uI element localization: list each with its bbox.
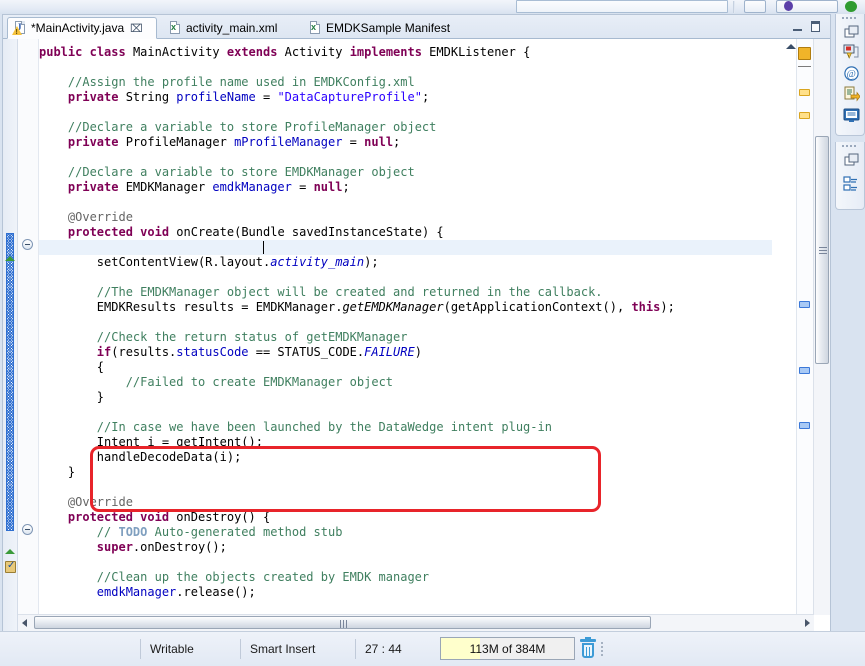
fast-view-bar: ! @ — [833, 14, 865, 214]
tab-label: activity_main.xml — [186, 21, 277, 35]
toolbar-button-1[interactable] — [744, 0, 766, 13]
status-separator — [140, 639, 141, 659]
editor-body: public class MainActivity extends Activi… — [3, 39, 830, 631]
collapse-arrow-icon[interactable] — [5, 548, 16, 554]
source-code-view[interactable]: public class MainActivity extends Activi… — [39, 39, 772, 615]
scroll-left-arrow-icon[interactable] — [22, 619, 27, 627]
search-input[interactable] — [516, 0, 728, 13]
editor-tab-bar: J ! *MainActivity.java ⌧ x activity_main… — [3, 15, 830, 39]
java-file-warning-icon: J ! — [13, 21, 27, 36]
status-writable: Writable — [150, 642, 194, 656]
fold-collapse-icon[interactable] — [22, 239, 33, 250]
text-caret — [263, 241, 264, 254]
status-separator — [355, 639, 356, 659]
drag-grip-icon[interactable] — [842, 145, 858, 149]
restore-view-icon[interactable] — [843, 152, 860, 169]
annotation-ruler[interactable] — [3, 39, 18, 631]
change-bar — [6, 233, 14, 531]
search-input-inner — [517, 1, 727, 12]
folding-gutter[interactable] — [18, 39, 39, 631]
restore-view-icon[interactable] — [843, 24, 860, 41]
maximize-editor-button[interactable] — [811, 21, 820, 32]
tab-label: *MainActivity.java — [31, 21, 124, 35]
tab-activity-main-xml[interactable]: x activity_main.xml — [163, 17, 298, 39]
overview-info-marker[interactable] — [799, 367, 810, 374]
overview-info-marker[interactable] — [799, 301, 810, 308]
scrollbar-grip-icon — [340, 620, 347, 628]
svg-text:@: @ — [847, 69, 856, 80]
vertical-scrollbar[interactable] — [813, 39, 830, 615]
code-text[interactable]: public class MainActivity extends Activi… — [39, 39, 772, 600]
drag-grip-icon[interactable] — [842, 17, 858, 21]
resize-grip-icon — [601, 642, 604, 656]
top-toolbar-strip — [0, 0, 865, 14]
overview-warning-marker[interactable] — [799, 89, 810, 96]
heap-status-label: 113M of 384M — [441, 642, 574, 656]
perspective-icon — [784, 1, 793, 11]
fast-view-group-2 — [835, 142, 865, 210]
javadoc-view-icon[interactable]: @ — [843, 65, 860, 82]
status-separator — [240, 639, 241, 659]
task-marker-icon[interactable] — [5, 561, 16, 573]
horizontal-scrollbar[interactable] — [18, 614, 814, 631]
status-bar: Writable Smart Insert 27 : 44 113M of 38… — [0, 631, 865, 666]
tab-mainactivity-java[interactable]: J ! *MainActivity.java ⌧ — [7, 17, 157, 39]
current-line-highlight — [39, 240, 772, 255]
run-icon[interactable] — [845, 1, 857, 12]
tab-close-icon[interactable]: ⌧ — [130, 22, 143, 35]
overview-warning-marker[interactable] — [798, 47, 811, 60]
outline-view-icon[interactable] — [843, 175, 860, 192]
overview-top-arrow-icon[interactable] — [786, 44, 796, 49]
problems-view-icon[interactable]: ! — [843, 44, 860, 61]
heap-status-monitor[interactable]: 113M of 384M — [440, 637, 575, 660]
status-insert-mode: Smart Insert — [250, 642, 315, 656]
overview-separator — [798, 66, 811, 67]
minimize-editor-button[interactable] — [793, 23, 802, 31]
scroll-right-arrow-icon[interactable] — [805, 619, 810, 627]
svg-text:!: ! — [848, 54, 849, 59]
status-cursor-position: 27 : 44 — [365, 642, 402, 656]
fold-collapse-icon[interactable] — [22, 524, 33, 535]
eclipse-window: J ! *MainActivity.java ⌧ x activity_main… — [0, 0, 865, 666]
tab-emdksample-manifest[interactable]: x EMDKSample Manifest — [303, 17, 473, 39]
fast-view-group-1: ! @ — [835, 14, 865, 136]
overview-warning-marker[interactable] — [799, 112, 810, 119]
toolbar-separator — [733, 1, 735, 13]
console-view-icon[interactable] — [843, 107, 860, 124]
tab-label: EMDKSample Manifest — [326, 21, 450, 35]
editor-area: J ! *MainActivity.java ⌧ x activity_main… — [2, 14, 831, 632]
overview-ruler[interactable] — [796, 39, 814, 615]
scrollbar-grip-icon — [819, 247, 827, 254]
highlight-annotation-box — [90, 446, 601, 512]
trash-can-icon[interactable] — [580, 639, 596, 658]
xml-file-icon: x — [168, 21, 182, 36]
horizontal-scrollbar-thumb[interactable] — [34, 616, 651, 629]
declaration-view-icon[interactable] — [843, 86, 860, 103]
vertical-scrollbar-thumb[interactable] — [815, 136, 829, 364]
overview-info-marker[interactable] — [799, 422, 810, 429]
xml-file-icon: x — [308, 21, 322, 36]
collapse-arrow-icon[interactable] — [5, 255, 16, 261]
